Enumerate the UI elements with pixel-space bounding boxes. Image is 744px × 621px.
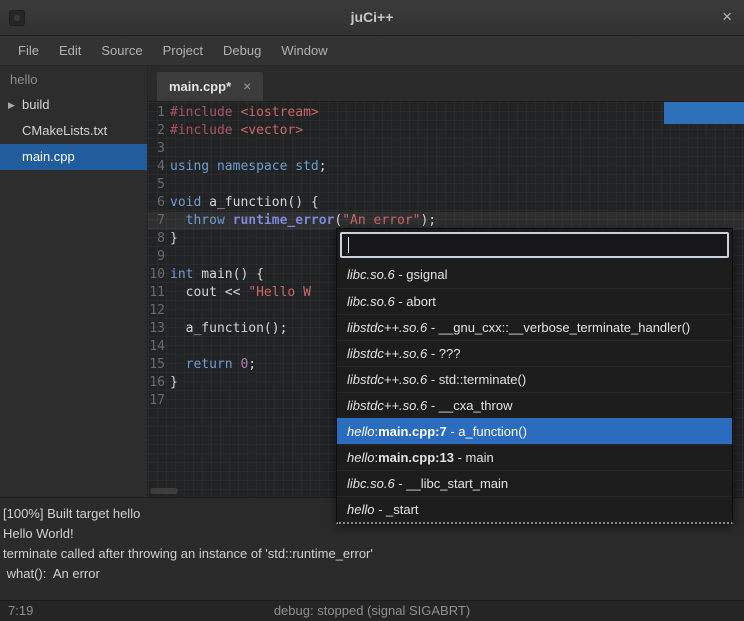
output-line: what(): An error xyxy=(3,564,740,584)
file-tree: ▶ build CMakeLists.txt main.cpp xyxy=(0,92,147,170)
backtrace-item[interactable]: hello:main.cpp:7 - a_function() xyxy=(337,418,732,444)
code-line-4[interactable]: 4using namespace std; xyxy=(148,158,744,176)
menu-source[interactable]: Source xyxy=(91,36,152,66)
menu-bar: FileEditSourceProjectDebugWindow xyxy=(0,36,744,66)
code-text: #include <vector> xyxy=(170,122,303,140)
sidebar-item-build[interactable]: ▶ build xyxy=(0,92,147,118)
code-line-1[interactable]: 1#include <iostream> xyxy=(148,104,744,122)
tree-item-label: build xyxy=(22,97,49,112)
window-close-icon[interactable]: × xyxy=(722,0,732,34)
tree-item-label: main.cpp xyxy=(22,149,75,164)
code-text: return 0; xyxy=(170,356,256,374)
line-number: 7 xyxy=(148,212,170,230)
line-number: 4 xyxy=(148,158,170,176)
backtrace-item[interactable]: libstdc++.so.6 - ??? xyxy=(337,340,732,366)
text-caret xyxy=(348,237,349,253)
debug-status: debug: stopped (signal SIGABRT) xyxy=(0,601,744,621)
horizontal-scrollbar-thumb[interactable] xyxy=(150,488,178,494)
menu-edit[interactable]: Edit xyxy=(49,36,91,66)
sidebar-item-main-cpp[interactable]: main.cpp xyxy=(0,144,147,170)
sidebar-item-cmakelists-txt[interactable]: CMakeLists.txt xyxy=(0,118,147,144)
line-number: 16 xyxy=(148,374,170,392)
backtrace-item[interactable]: libstdc++.so.6 - __cxa_throw xyxy=(337,392,732,418)
backtrace-item[interactable]: libc.so.6 - gsignal xyxy=(337,262,732,288)
backtrace-item[interactable]: hello - _start xyxy=(337,496,732,522)
tab-main-cpp[interactable]: main.cpp* × xyxy=(156,71,264,101)
line-number: 15 xyxy=(148,356,170,374)
project-name: hello xyxy=(0,66,147,92)
code-text: void a_function() { xyxy=(170,194,319,212)
sidebar: hello ▶ build CMakeLists.txt main.cpp xyxy=(0,66,148,497)
line-number: 17 xyxy=(148,392,170,410)
backtrace-item[interactable]: hello:main.cpp:13 - main xyxy=(337,444,732,470)
menu-file[interactable]: File xyxy=(8,36,49,66)
code-text: int main() { xyxy=(170,266,264,284)
menu-project[interactable]: Project xyxy=(153,36,213,66)
title-bar: juCi++ × xyxy=(0,0,744,36)
backtrace-list: libc.so.6 - gsignallibc.so.6 - abortlibs… xyxy=(337,262,732,522)
line-number: 14 xyxy=(148,338,170,356)
status-bar: 7:19 debug: stopped (signal SIGABRT) xyxy=(0,600,744,621)
backtrace-popup: libc.so.6 - gsignallibc.so.6 - abortlibs… xyxy=(336,228,733,524)
line-number: 2 xyxy=(148,122,170,140)
code-text: } xyxy=(170,230,178,248)
code-line-6[interactable]: 6void a_function() { xyxy=(148,194,744,212)
code-text: #include <iostream> xyxy=(170,104,319,122)
backtrace-item[interactable]: libstdc++.so.6 - std::terminate() xyxy=(337,366,732,392)
app-icon xyxy=(9,10,25,26)
line-number: 3 xyxy=(148,140,170,158)
line-number: 1 xyxy=(148,104,170,122)
line-number: 10 xyxy=(148,266,170,284)
menu-debug[interactable]: Debug xyxy=(213,36,271,66)
backtrace-item[interactable]: libstdc++.so.6 - __gnu_cxx::__verbose_te… xyxy=(337,314,732,340)
tree-item-label: CMakeLists.txt xyxy=(22,123,107,138)
line-number: 8 xyxy=(148,230,170,248)
backtrace-filter-input[interactable] xyxy=(340,232,729,258)
code-text: using namespace std; xyxy=(170,158,327,176)
expander-icon[interactable]: ▶ xyxy=(8,92,15,118)
backtrace-item[interactable]: libc.so.6 - __libc_start_main xyxy=(337,470,732,496)
line-number: 13 xyxy=(148,320,170,338)
code-text: } xyxy=(170,374,178,392)
line-number: 9 xyxy=(148,248,170,266)
line-number: 6 xyxy=(148,194,170,212)
menu-window[interactable]: Window xyxy=(271,36,337,66)
tab-label: main.cpp* xyxy=(169,72,231,101)
line-number: 12 xyxy=(148,302,170,320)
output-line: terminate called after throwing an insta… xyxy=(3,544,740,564)
code-line-2[interactable]: 2#include <vector> xyxy=(148,122,744,140)
backtrace-item[interactable]: libc.so.6 - abort xyxy=(337,288,732,314)
tab-close-icon[interactable]: × xyxy=(243,72,251,101)
tab-bar: main.cpp* × xyxy=(148,66,744,102)
output-line: Hello World! xyxy=(3,524,740,544)
code-text: a_function(); xyxy=(170,320,287,338)
vertical-scrollbar-thumb[interactable] xyxy=(664,102,744,124)
line-number: 11 xyxy=(148,284,170,302)
code-line-5[interactable]: 5 xyxy=(148,176,744,194)
window-title: juCi++ xyxy=(0,0,744,35)
line-number: 5 xyxy=(148,176,170,194)
code-text: cout << "Hello W xyxy=(170,284,311,302)
code-line-3[interactable]: 3 xyxy=(148,140,744,158)
